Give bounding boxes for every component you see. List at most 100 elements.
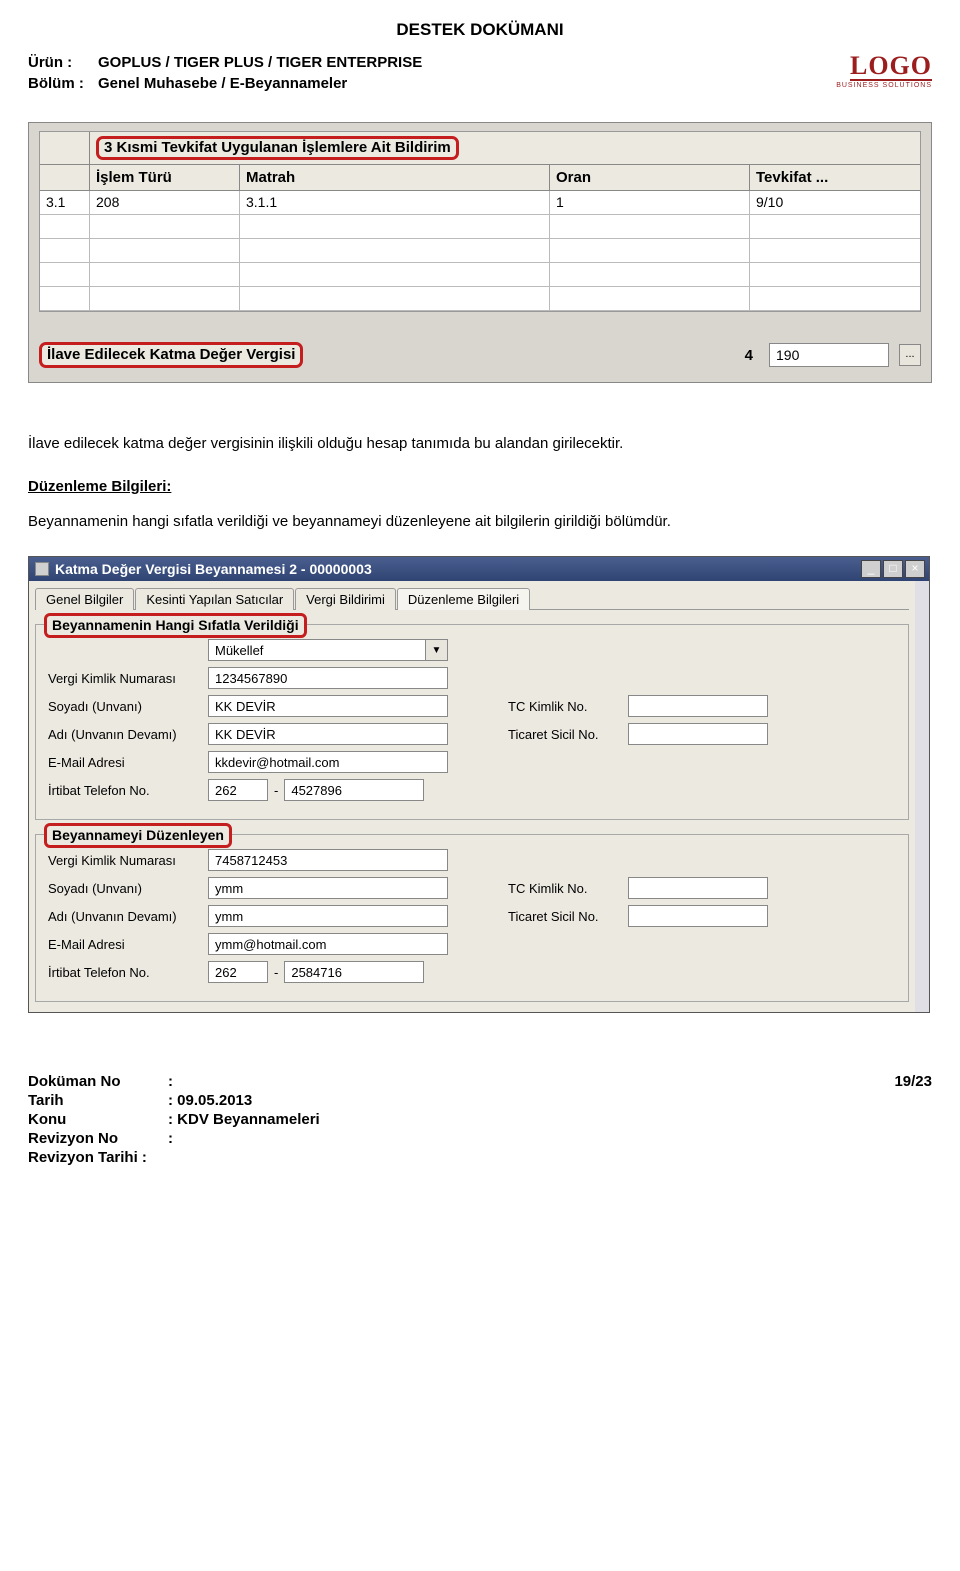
label-tc: TC Kimlik No. — [508, 699, 628, 714]
cell[interactable] — [90, 215, 240, 239]
email-input[interactable] — [208, 933, 448, 955]
cell[interactable] — [40, 239, 90, 263]
label-ticaret: Ticaret Sicil No. — [508, 727, 628, 742]
tc-input[interactable] — [628, 695, 768, 717]
tab-duzenleme-bilgileri[interactable]: Düzenleme Bilgileri — [397, 588, 530, 610]
footer-dokuman-value: : — [168, 1073, 320, 1090]
cell[interactable] — [240, 239, 550, 263]
cell[interactable] — [90, 263, 240, 287]
tc-input[interactable] — [628, 877, 768, 899]
label-tel: İrtibat Telefon No. — [48, 783, 208, 798]
screenshot-tevkifat-panel: 3 Kısmi Tevkifat Uygulanan İşlemlere Ait… — [28, 122, 932, 383]
label-vkn: Vergi Kimlik Numarası — [48, 671, 208, 686]
cell[interactable]: 3.1 — [40, 191, 90, 215]
label-adi: Adı (Unvanın Devamı) — [48, 909, 208, 924]
logo-sub: BUSINESS SOLUTIONS — [836, 82, 932, 89]
minimize-button[interactable]: _ — [861, 560, 881, 578]
cell[interactable] — [90, 239, 240, 263]
doc-footer: Doküman No : Tarih : 09.05.2013 Konu : K… — [28, 1073, 932, 1166]
tel-num-input[interactable] — [284, 961, 424, 983]
cell[interactable] — [40, 287, 90, 311]
window-titlebar: Katma Değer Vergisi Beyannamesi 2 - 0000… — [29, 557, 929, 581]
footer-revno-value: : — [168, 1130, 320, 1147]
cell[interactable]: 3.1.1 — [240, 191, 550, 215]
footer-revtarih-label: Revizyon Tarihi : — [28, 1149, 168, 1166]
close-button[interactable]: × — [905, 560, 925, 578]
tab-genel-bilgiler[interactable]: Genel Bilgiler — [35, 588, 134, 610]
table-row[interactable] — [40, 263, 920, 287]
footer-dokuman-label: Doküman No — [28, 1073, 168, 1090]
cell[interactable] — [550, 239, 750, 263]
section-title-tevkifat: 3 Kısmi Tevkifat Uygulanan İşlemlere Ait… — [96, 136, 459, 160]
cell[interactable] — [550, 263, 750, 287]
soyadi-input[interactable] — [208, 877, 448, 899]
cell[interactable] — [550, 287, 750, 311]
col-islem-turu: İşlem Türü — [90, 165, 240, 191]
cell[interactable]: 1 — [550, 191, 750, 215]
cell[interactable] — [750, 239, 920, 263]
legend-duzenleyen: Beyannameyi Düzenleyen — [44, 823, 232, 848]
hdr-urun-value: GOPLUS / TIGER PLUS / TIGER ENTERPRISE — [98, 54, 422, 71]
ellipsis-button[interactable]: ... — [899, 344, 921, 366]
dash: - — [274, 783, 278, 798]
footer-revno-label: Revizyon No — [28, 1130, 168, 1147]
table-row[interactable] — [40, 215, 920, 239]
vkn-input[interactable] — [208, 849, 448, 871]
doc-header: Ürün : GOPLUS / TIGER PLUS / TIGER ENTER… — [28, 54, 932, 92]
label-tc: TC Kimlik No. — [508, 881, 628, 896]
maximize-button[interactable]: □ — [883, 560, 903, 578]
legend-sifat: Beyannamenin Hangi Sıfatla Verildiği — [44, 613, 307, 638]
label-adi: Adı (Unvanın Devamı) — [48, 727, 208, 742]
adi-input[interactable] — [208, 905, 448, 927]
doc-title: DESTEK DOKÜMANI — [28, 20, 932, 40]
tel-num-input[interactable] — [284, 779, 424, 801]
sifat-dropdown[interactable] — [208, 639, 426, 661]
adi-input[interactable] — [208, 723, 448, 745]
col-tevkifat: Tevkifat ... — [750, 165, 920, 191]
ticaret-input[interactable] — [628, 723, 768, 745]
cell[interactable] — [40, 263, 90, 287]
dash: - — [274, 965, 278, 980]
window-icon — [35, 562, 49, 576]
col-matrah: Matrah — [240, 165, 550, 191]
table-row[interactable]: 3.1 208 3.1.1 1 9/10 — [40, 191, 920, 215]
cell[interactable] — [240, 215, 550, 239]
footer-konu-label: Konu — [28, 1111, 168, 1128]
tab-kesinti-saticilar[interactable]: Kesinti Yapılan Satıcılar — [135, 588, 294, 610]
email-input[interactable] — [208, 751, 448, 773]
window-beyanname: Katma Değer Vergisi Beyannamesi 2 - 0000… — [28, 556, 930, 1013]
hdr-bolum-value: Genel Muhasebe / E-Beyannameler — [98, 75, 422, 92]
paragraph-duzenleme: Beyannamenin hangi sıfatla verildiği ve … — [28, 511, 932, 532]
vkn-input[interactable] — [208, 667, 448, 689]
hdr-urun-label: Ürün : — [28, 54, 98, 71]
tel-area-input[interactable] — [208, 961, 268, 983]
footer-konu-value: : KDV Beyannameleri — [168, 1111, 320, 1128]
tel-area-input[interactable] — [208, 779, 268, 801]
cell[interactable] — [750, 263, 920, 287]
cell[interactable] — [240, 263, 550, 287]
tab-vergi-bildirimi[interactable]: Vergi Bildirimi — [295, 588, 396, 610]
label-soyadi: Soyadı (Unvanı) — [48, 699, 208, 714]
cell[interactable] — [750, 287, 920, 311]
table-row[interactable] — [40, 239, 920, 263]
table-row[interactable] — [40, 287, 920, 311]
cell[interactable] — [750, 215, 920, 239]
cell[interactable] — [40, 215, 90, 239]
soyadi-input[interactable] — [208, 695, 448, 717]
cell[interactable] — [240, 287, 550, 311]
label-ticaret: Ticaret Sicil No. — [508, 909, 628, 924]
chevron-down-icon[interactable]: ▼ — [426, 639, 448, 661]
cell[interactable]: 9/10 — [750, 191, 920, 215]
ticaret-input[interactable] — [628, 905, 768, 927]
label-email: E-Mail Adresi — [48, 755, 208, 770]
cell[interactable]: 208 — [90, 191, 240, 215]
fieldset-sifat: Beyannamenin Hangi Sıfatla Verildiği ▼ V… — [35, 624, 909, 820]
cell[interactable] — [90, 287, 240, 311]
label-tel: İrtibat Telefon No. — [48, 965, 208, 980]
ilave-number: 4 — [745, 347, 753, 364]
fieldset-duzenleyen: Beyannameyi Düzenleyen Vergi Kimlik Numa… — [35, 834, 909, 1002]
ilave-input[interactable] — [769, 343, 889, 367]
cell[interactable] — [550, 215, 750, 239]
window-title: Katma Değer Vergisi Beyannamesi 2 - 0000… — [55, 561, 861, 577]
page-number: 19/23 — [894, 1073, 932, 1166]
